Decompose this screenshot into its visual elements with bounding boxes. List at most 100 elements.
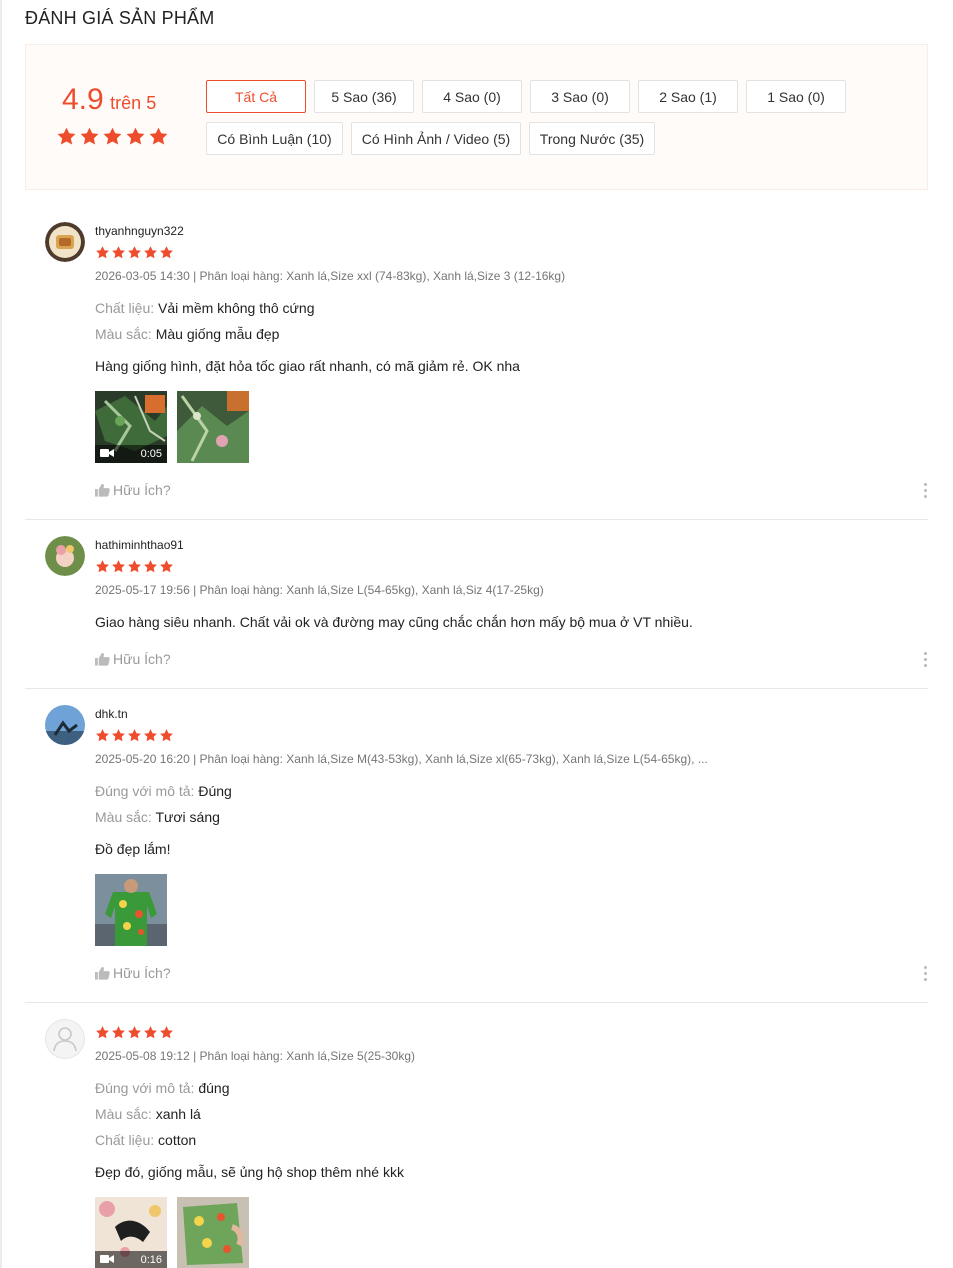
filter-with-media[interactable]: Có Hình Ảnh / Video (5) xyxy=(351,122,521,155)
review-image-thumbnail[interactable] xyxy=(177,1197,249,1268)
star-icon xyxy=(159,559,174,574)
review-divider xyxy=(25,688,928,689)
star-icon xyxy=(159,1025,174,1040)
star-icon xyxy=(111,728,126,743)
thumbs-up-icon xyxy=(95,484,110,497)
review-attribute: Đúng với mô tả: đúng xyxy=(95,1080,230,1096)
attribute-key: Màu sắc: xyxy=(95,1106,152,1122)
rating-overview: 4.9 trên 5 Tất Cả 5 Sao (36) 4 Sao (0) 3… xyxy=(25,44,928,190)
rating-stars xyxy=(56,126,169,147)
filter-4-stars[interactable]: 4 Sao (0) xyxy=(422,80,522,113)
avatar[interactable] xyxy=(45,222,85,262)
attribute-value: Tươi sáng xyxy=(155,809,220,825)
attribute-value: cotton xyxy=(158,1132,197,1148)
review-attribute: Màu sắc: Màu giống mẫu đẹp xyxy=(95,326,279,342)
filter-1-star[interactable]: 1 Sao (0) xyxy=(746,80,846,113)
attribute-value: Màu giống mẫu đẹp xyxy=(155,326,280,342)
review-divider xyxy=(25,519,928,520)
video-duration: 0:05 xyxy=(140,448,162,460)
page-left-border xyxy=(0,0,2,1268)
review-image-thumbnail[interactable] xyxy=(177,391,249,463)
attribute-key: Đúng với mô tả: xyxy=(95,783,195,799)
review-comment: Đồ đẹp lắm! xyxy=(95,841,171,857)
video-camera-icon xyxy=(100,1254,114,1267)
star-icon xyxy=(111,559,126,574)
review-attribute: Chất liệu: Vải mềm không thô cứng xyxy=(95,300,315,316)
rating-score-suffix: trên 5 xyxy=(110,93,157,113)
reviewer-name[interactable]: hathiminhthao91 xyxy=(95,538,184,552)
page-title: ĐÁNH GIÁ SẢN PHẨM xyxy=(25,8,215,28)
star-icon xyxy=(148,126,169,147)
star-icon xyxy=(143,728,158,743)
filter-5-stars[interactable]: 5 Sao (36) xyxy=(314,80,414,113)
review-stars xyxy=(95,1025,174,1040)
video-duration: 0:16 xyxy=(140,1254,162,1266)
review-stars xyxy=(95,559,174,574)
rating-score: 4.9 trên 5 xyxy=(62,83,156,117)
review-meta: 2025-05-20 16:20 | Phân loại hàng: Xanh … xyxy=(95,752,708,766)
filter-with-comment[interactable]: Có Bình Luận (10) xyxy=(206,122,343,155)
filter-all[interactable]: Tất Cả xyxy=(206,80,306,113)
review-attribute: Màu sắc: xanh lá xyxy=(95,1106,201,1122)
star-icon xyxy=(102,126,123,147)
helpful-button[interactable]: Hữu Ích? xyxy=(95,965,171,981)
more-options-icon[interactable] xyxy=(922,652,928,667)
star-icon xyxy=(111,245,126,260)
attribute-value: Đúng xyxy=(198,783,232,799)
helpful-label: Hữu Ích? xyxy=(113,482,171,498)
more-options-icon[interactable] xyxy=(922,966,928,981)
video-overlay: 0:05 xyxy=(95,445,167,463)
reviewer-name[interactable]: thyanhnguyn322 xyxy=(95,224,184,238)
star-icon xyxy=(127,245,142,260)
video-overlay: 0:16 xyxy=(95,1251,167,1268)
star-icon xyxy=(125,126,146,147)
star-icon xyxy=(159,245,174,260)
attribute-key: Chất liệu: xyxy=(95,1132,155,1148)
reviewer-name[interactable]: dhk.tn xyxy=(95,707,128,721)
review-meta: 2025-05-17 19:56 | Phân loại hàng: Xanh … xyxy=(95,583,544,597)
attribute-key: Màu sắc: xyxy=(95,326,152,342)
review-comment: Giao hàng siêu nhanh. Chất vải ok và đườ… xyxy=(95,614,693,630)
review-comment: Đẹp đó, giống mẫu, sẽ ủng hộ shop thêm n… xyxy=(95,1164,404,1180)
star-icon xyxy=(56,126,77,147)
helpful-button[interactable]: Hữu Ích? xyxy=(95,482,171,498)
star-icon xyxy=(127,559,142,574)
avatar[interactable] xyxy=(45,536,85,576)
review-attribute: Đúng với mô tả: Đúng xyxy=(95,783,232,799)
more-options-icon[interactable] xyxy=(922,483,928,498)
review-image-thumbnail[interactable] xyxy=(95,874,167,946)
star-icon xyxy=(159,728,174,743)
star-icon xyxy=(95,245,110,260)
default-avatar-icon[interactable] xyxy=(45,1019,85,1059)
review-divider xyxy=(25,1002,928,1003)
review-attribute: Màu sắc: Tươi sáng xyxy=(95,809,220,825)
rating-score-value: 4.9 xyxy=(62,83,104,116)
review-comment: Hàng giống hình, đặt hỏa tốc giao rất nh… xyxy=(95,358,520,374)
star-icon xyxy=(95,728,110,743)
attribute-value: Vải mềm không thô cứng xyxy=(158,300,315,316)
avatar[interactable] xyxy=(45,705,85,745)
star-icon xyxy=(127,1025,142,1040)
filter-domestic[interactable]: Trong Nước (35) xyxy=(529,122,655,155)
filter-3-stars[interactable]: 3 Sao (0) xyxy=(530,80,630,113)
review-video-thumbnail[interactable]: 0:05 xyxy=(95,391,167,463)
star-icon xyxy=(95,1025,110,1040)
helpful-label: Hữu Ích? xyxy=(113,651,171,667)
attribute-key: Chất liệu: xyxy=(95,300,155,316)
helpful-label: Hữu Ích? xyxy=(113,965,171,981)
review-meta: 2025-05-08 19:12 | Phân loại hàng: Xanh … xyxy=(95,1049,416,1063)
thumbs-up-icon xyxy=(95,967,110,980)
review-meta: 2026-03-05 14:30 | Phân loại hàng: Xanh … xyxy=(95,269,566,283)
filter-2-stars[interactable]: 2 Sao (1) xyxy=(638,80,738,113)
helpful-button[interactable]: Hữu Ích? xyxy=(95,651,171,667)
star-icon xyxy=(79,126,100,147)
video-camera-icon xyxy=(100,448,114,461)
attribute-value: đúng xyxy=(198,1080,230,1096)
star-icon xyxy=(95,559,110,574)
review-stars xyxy=(95,728,174,743)
star-icon xyxy=(143,1025,158,1040)
thumbs-up-icon xyxy=(95,653,110,666)
review-video-thumbnail[interactable]: 0:16 xyxy=(95,1197,167,1268)
review-stars xyxy=(95,245,174,260)
star-icon xyxy=(111,1025,126,1040)
